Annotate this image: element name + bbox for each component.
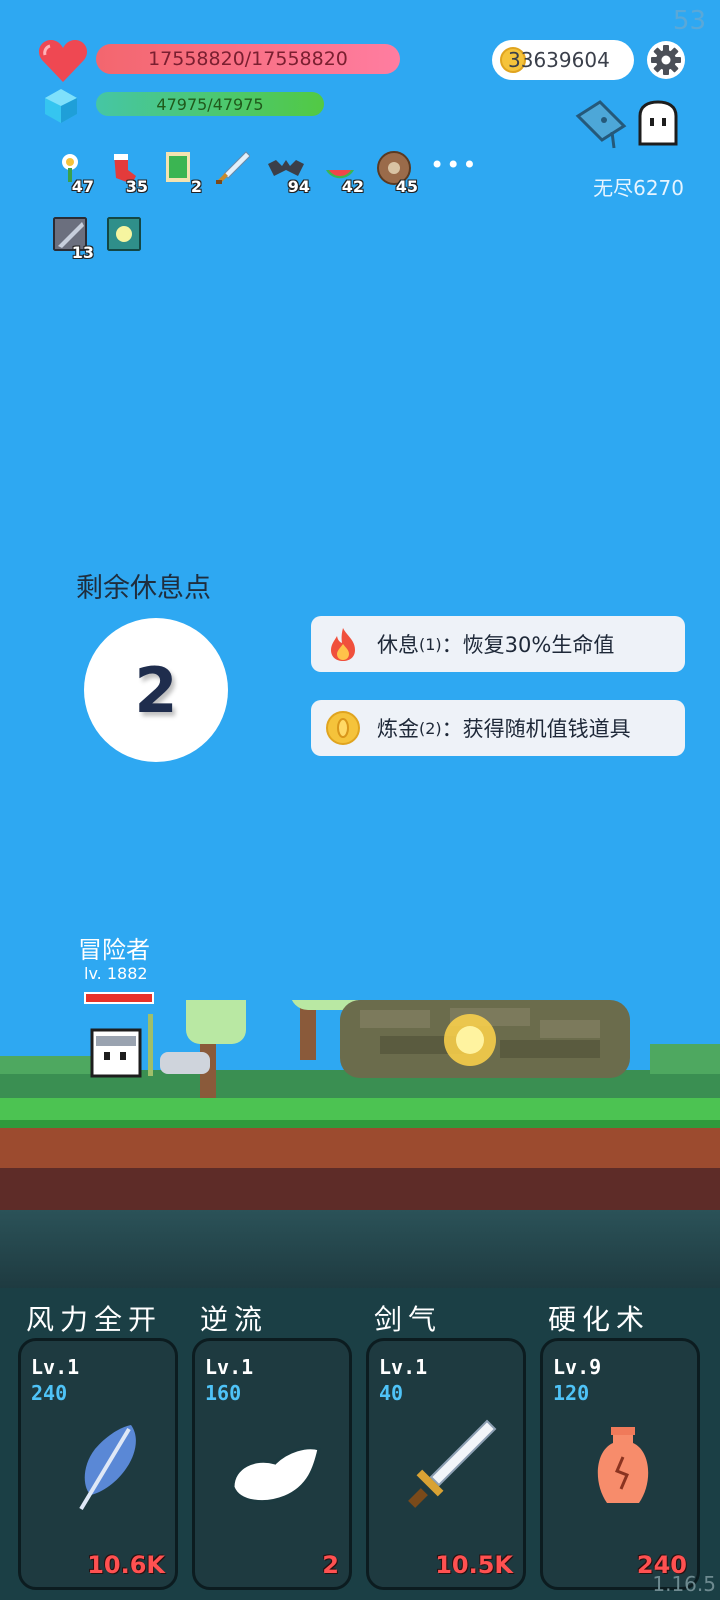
endless-mode-label: 无尽6270 (593, 176, 684, 200)
feather-icon (79, 1425, 136, 1511)
fps-counter: 53 (672, 6, 706, 36)
campfire-rocks (340, 1000, 630, 1078)
item-count: 94 (287, 177, 310, 196)
vase-icon (597, 1427, 649, 1503)
sword-icon (408, 1419, 497, 1508)
option-count: (2) (419, 718, 442, 738)
item-count: 35 (125, 177, 148, 196)
ground (0, 1098, 720, 1210)
alchemy-option-button[interactable]: 炼金 (2) ：获得随机值钱道具 (311, 700, 685, 756)
mp-bar: 47975/47975 (96, 92, 324, 116)
skill-card-sword[interactable]: Lv.1 40 10.5K (366, 1338, 526, 1590)
skill-slot: 逆流 Lv.1 160 2 (192, 1298, 362, 1590)
skill-name: 剑气 (374, 1303, 443, 1336)
player-name: 冒险者 (78, 936, 150, 964)
item-card[interactable]: 2 (156, 150, 204, 196)
fish-hook-icon[interactable] (574, 98, 630, 150)
light-icon (107, 217, 141, 251)
skill-level: Lv.9 (553, 1355, 602, 1379)
item-count: 13 (71, 243, 94, 262)
item-sword[interactable] (210, 150, 258, 194)
skill-card-vase[interactable]: Lv.9 120 240 (540, 1338, 700, 1590)
fire-icon (331, 628, 355, 661)
skill-level: Lv.1 (31, 1355, 80, 1379)
skill-slot: 硬化术 Lv.9 120 240 (540, 1298, 710, 1590)
item-shield[interactable]: 45 (372, 150, 420, 196)
gold-amount: 33639604 (508, 48, 610, 72)
more-items-button[interactable]: ••• (430, 150, 478, 194)
skill-name: 逆流 (200, 1303, 269, 1336)
heart-icon (38, 40, 88, 82)
item-bat[interactable]: 94 (264, 150, 312, 196)
skill-cost: 160 (205, 1381, 242, 1405)
item-flower[interactable]: 47 (48, 150, 96, 196)
option-desc: ：获得随机值钱道具 (441, 717, 631, 741)
item-count: 45 (395, 177, 418, 196)
skill-slot: 风力全开 Lv.1 240 10.6K (18, 1298, 188, 1590)
hp-bar: 17558820/17558820 (96, 44, 400, 74)
skill-name: 风力全开 (26, 1303, 163, 1336)
item-light[interactable] (102, 216, 150, 260)
skill-cost: 40 (379, 1381, 404, 1405)
skill-name: 硬化术 (548, 1303, 651, 1336)
item-count: 2 (190, 177, 202, 196)
gold-counter: 33639604 (492, 40, 634, 80)
skill-value: 10.5K (435, 1551, 513, 1579)
skill-card-wing[interactable]: Lv.1 160 2 (192, 1338, 352, 1590)
option-name: 炼金 (377, 717, 419, 741)
item-blade[interactable]: 13 (48, 216, 96, 262)
skill-slot: 剑气 Lv.1 40 10.5K (366, 1298, 536, 1590)
skill-cost: 120 (553, 1381, 590, 1405)
wing-icon (231, 1446, 321, 1504)
item-watermelon[interactable]: 42 (318, 150, 366, 196)
skill-level: Lv.1 (379, 1355, 428, 1379)
item-count: 42 (341, 177, 364, 196)
background-scenery (0, 1000, 720, 1100)
option-desc: ：恢复30%生命值 (441, 633, 615, 657)
item-count: 47 (71, 177, 94, 196)
ghost-icon[interactable] (634, 100, 682, 148)
rest-points-value: 2 (84, 618, 228, 762)
skill-card-feather[interactable]: Lv.1 240 10.6K (18, 1338, 178, 1590)
skill-value: 2 (322, 1551, 339, 1579)
sword-icon (216, 151, 250, 184)
player-level: lv. 1882 (84, 964, 148, 983)
gold-coin-icon (326, 711, 360, 745)
skill-value: 10.6K (87, 1551, 165, 1579)
rest-points-title: 剩余休息点 (76, 573, 211, 604)
version-label: 1.16.5 (652, 1572, 716, 1596)
option-count: (1) (419, 634, 442, 654)
settings-gear-icon[interactable] (646, 40, 686, 80)
item-sock[interactable]: 35 (102, 150, 150, 196)
rest-option-button[interactable]: 休息 (1) ：恢复30%生命值 (311, 616, 685, 672)
item-row: 47 35 2 94 42 45 ••• (48, 150, 478, 196)
water-strip (0, 1210, 720, 1290)
skill-level: Lv.1 (205, 1355, 254, 1379)
option-name: 休息 (377, 633, 419, 657)
skill-cost: 240 (31, 1381, 68, 1405)
mana-gem-icon (45, 89, 77, 123)
item-row-2: 13 (48, 216, 150, 262)
